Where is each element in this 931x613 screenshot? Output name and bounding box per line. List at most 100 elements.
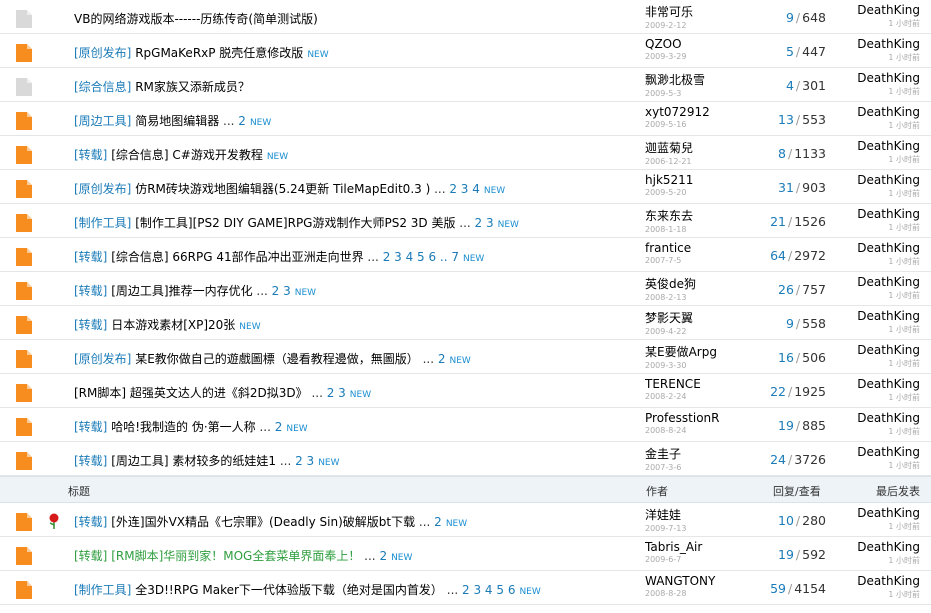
thread-title-link[interactable]: VB的网络游戏版本------历练传奇(简单测试版) bbox=[74, 12, 318, 26]
thread-page-links[interactable]: 2 bbox=[275, 420, 283, 434]
count-separator: / bbox=[795, 350, 801, 365]
thread-title-link[interactable]: [周边工具]推荐一内存优化 bbox=[111, 284, 252, 298]
thread-category-link[interactable]: [转载] bbox=[74, 250, 107, 264]
last-post-author-link[interactable]: DeathKing bbox=[857, 574, 920, 588]
thread-category-link[interactable]: [周边工具] bbox=[74, 114, 131, 128]
thread-page-links[interactable]: 2 bbox=[238, 114, 246, 128]
last-post-author-link[interactable]: DeathKing bbox=[857, 3, 920, 17]
thread-title-link[interactable]: RM家族又添新成员？ bbox=[135, 80, 250, 94]
thread-page-links[interactable]: 2 3 4 bbox=[449, 182, 480, 196]
last-post-author-link[interactable]: DeathKing bbox=[857, 411, 920, 425]
author-link[interactable]: 非常可乐 bbox=[645, 3, 693, 20]
thread-title-link[interactable]: 哈哈!我制造的 伪·第一人称 bbox=[111, 420, 255, 434]
thread-category-link[interactable]: [转载] bbox=[74, 515, 107, 529]
author-link[interactable]: frantice bbox=[645, 241, 691, 255]
reply-count: 22 bbox=[770, 384, 786, 399]
reply-count: 4 bbox=[785, 78, 794, 93]
author-link[interactable]: WANGTONY bbox=[645, 574, 715, 588]
last-post-author-link[interactable]: DeathKing bbox=[857, 173, 920, 187]
thread-category-link[interactable]: [原创发布] bbox=[74, 46, 131, 60]
thread-title-link[interactable]: 某E教你做自己的遊戲圖標（邊看教程邊做，無圖版） bbox=[135, 352, 419, 366]
thread-title-link[interactable]: [RM脚本] 超强英文达人的进《斜2D拟3D》 bbox=[74, 386, 308, 400]
author-link[interactable]: 某E要做Arpg bbox=[645, 343, 717, 360]
last-post-author-link[interactable]: DeathKing bbox=[857, 37, 920, 51]
folder-gray-icon bbox=[16, 78, 32, 96]
thread-title-link[interactable]: [外连]国外VX精品《七宗罪》(Deadly Sin)破解版bt下载 bbox=[111, 515, 415, 529]
author-link[interactable]: 金圭子 bbox=[645, 445, 681, 462]
thread-page-links[interactable]: 2 3 4 5 6 bbox=[462, 583, 515, 597]
author-link[interactable]: xyt072912 bbox=[645, 105, 710, 119]
count-separator: / bbox=[787, 146, 793, 161]
thread-title-link[interactable]: 简易地图编辑器 bbox=[135, 114, 219, 128]
author-link[interactable]: 飘渺北极雪 bbox=[645, 71, 705, 88]
last-post-time: 1 小时前 bbox=[888, 556, 920, 565]
post-date: 2009-5-3 bbox=[645, 89, 682, 98]
view-count: 4154 bbox=[794, 581, 826, 596]
thread-category-link[interactable]: [制作工具] bbox=[74, 216, 131, 230]
folder-hot-icon bbox=[16, 180, 32, 198]
thread-title-link[interactable]: [RM脚本]华丽到家！MOG全套菜单界面奉上！ bbox=[111, 549, 360, 563]
new-badge: NEW bbox=[391, 553, 413, 563]
thread-title-link[interactable]: 全3D!!RPG Maker下一代体验版下载（绝对是国内首发） bbox=[135, 583, 443, 597]
thread-page-links[interactable]: 2 bbox=[438, 352, 446, 366]
last-post-author-link[interactable]: DeathKing bbox=[857, 506, 920, 520]
author-link[interactable]: 东来东去 bbox=[645, 207, 693, 224]
post-date: 2008-8-24 bbox=[645, 426, 687, 435]
thread-category-link[interactable]: [转载] bbox=[74, 454, 107, 468]
thread-category-link[interactable]: [转载] bbox=[74, 284, 107, 298]
thread-page-links[interactable]: 2 bbox=[379, 549, 387, 563]
last-post-author-link[interactable]: DeathKing bbox=[857, 445, 920, 459]
view-count: 592 bbox=[802, 547, 826, 562]
last-post-author-link[interactable]: DeathKing bbox=[857, 343, 920, 357]
post-date: 2009-3-30 bbox=[645, 361, 687, 370]
thread-title-link[interactable]: [制作工具][PS2 DIY GAME]RPG游戏制作大师PS2 3D 美版 bbox=[135, 216, 455, 230]
reply-count: 59 bbox=[770, 581, 786, 596]
thread-author: ProfesstionR 2008-8-24 bbox=[645, 411, 719, 435]
thread-category-link[interactable]: [转载] bbox=[74, 420, 107, 434]
last-post-author-link[interactable]: DeathKing bbox=[857, 207, 920, 221]
author-link[interactable]: QZOO bbox=[645, 37, 686, 51]
last-post-author-link[interactable]: DeathKing bbox=[857, 241, 920, 255]
thread-title-link[interactable]: [综合信息] 66RPG 41部作品冲出亚洲走向世界 bbox=[111, 250, 363, 264]
author-link[interactable]: hjk5211 bbox=[645, 173, 693, 187]
last-post-author-link[interactable]: DeathKing bbox=[857, 71, 920, 85]
thread-category-link[interactable]: [转载] bbox=[74, 318, 107, 332]
thread-title-link[interactable]: RpGMaKeRxP 脱壳任意修改版 bbox=[135, 46, 303, 60]
thread-page-links[interactable]: 2 3 bbox=[475, 216, 494, 230]
last-post-author-link[interactable]: DeathKing bbox=[857, 377, 920, 391]
author-link[interactable]: 迦蓝菊兒 bbox=[645, 139, 693, 156]
author-link[interactable]: TERENCE bbox=[645, 377, 701, 391]
thread-page-links[interactable]: 2 3 bbox=[295, 454, 314, 468]
author-link[interactable]: 梦影天翼 bbox=[645, 309, 693, 326]
last-post-author-link[interactable]: DeathKing bbox=[857, 309, 920, 323]
thread-page-links[interactable]: 2 3 bbox=[327, 386, 346, 400]
thread-category-link[interactable]: [综合信息] bbox=[74, 80, 131, 94]
thread-page-links[interactable]: 2 bbox=[434, 515, 442, 529]
last-post-author-link[interactable]: DeathKing bbox=[857, 105, 920, 119]
author-link[interactable]: ProfesstionR bbox=[645, 411, 719, 425]
thread-title-link[interactable]: 日本游戏素材[XP]20张 bbox=[111, 318, 235, 332]
last-post-author-link[interactable]: DeathKing bbox=[857, 275, 920, 289]
view-count: 648 bbox=[802, 10, 826, 25]
thread-title-link[interactable]: [综合信息] C#游戏开发教程 bbox=[111, 148, 263, 162]
last-post-author-link[interactable]: DeathKing bbox=[857, 540, 920, 554]
author-link[interactable]: 洋娃娃 bbox=[645, 506, 686, 523]
thread-category-link[interactable]: [转载] bbox=[74, 549, 107, 563]
thread-title-link[interactable]: 仿RM砖块游戏地图编辑器(5.24更新 TileMapEdit0.3 ) bbox=[135, 182, 430, 196]
last-post-time: 1 小时前 bbox=[888, 427, 920, 436]
thread-title-link[interactable]: [周边工具] 素材较多的纸娃娃1 bbox=[111, 454, 276, 468]
thread-category-link[interactable]: [转载] bbox=[74, 148, 107, 162]
thread-pages: ... 2 3 4 5 6 .. 7 bbox=[363, 250, 460, 264]
thread-page-links[interactable]: 2 3 bbox=[272, 284, 291, 298]
post-date: 2009-5-20 bbox=[645, 188, 687, 197]
author-link[interactable]: 英俊de狗 bbox=[645, 275, 696, 292]
count-separator: / bbox=[787, 248, 793, 263]
last-post-author-link[interactable]: DeathKing bbox=[857, 139, 920, 153]
author-link[interactable]: Tabris_Air bbox=[645, 540, 702, 554]
thread-category-link[interactable]: [原创发布] bbox=[74, 352, 131, 366]
view-count: 3726 bbox=[794, 452, 826, 467]
thread-category-link[interactable]: [原创发布] bbox=[74, 182, 131, 196]
thread-page-links[interactable]: 2 3 4 5 6 .. 7 bbox=[383, 250, 459, 264]
thread-category-link[interactable]: [制作工具] bbox=[74, 583, 131, 597]
last-post: DeathKing 1 小时前 bbox=[857, 411, 920, 437]
